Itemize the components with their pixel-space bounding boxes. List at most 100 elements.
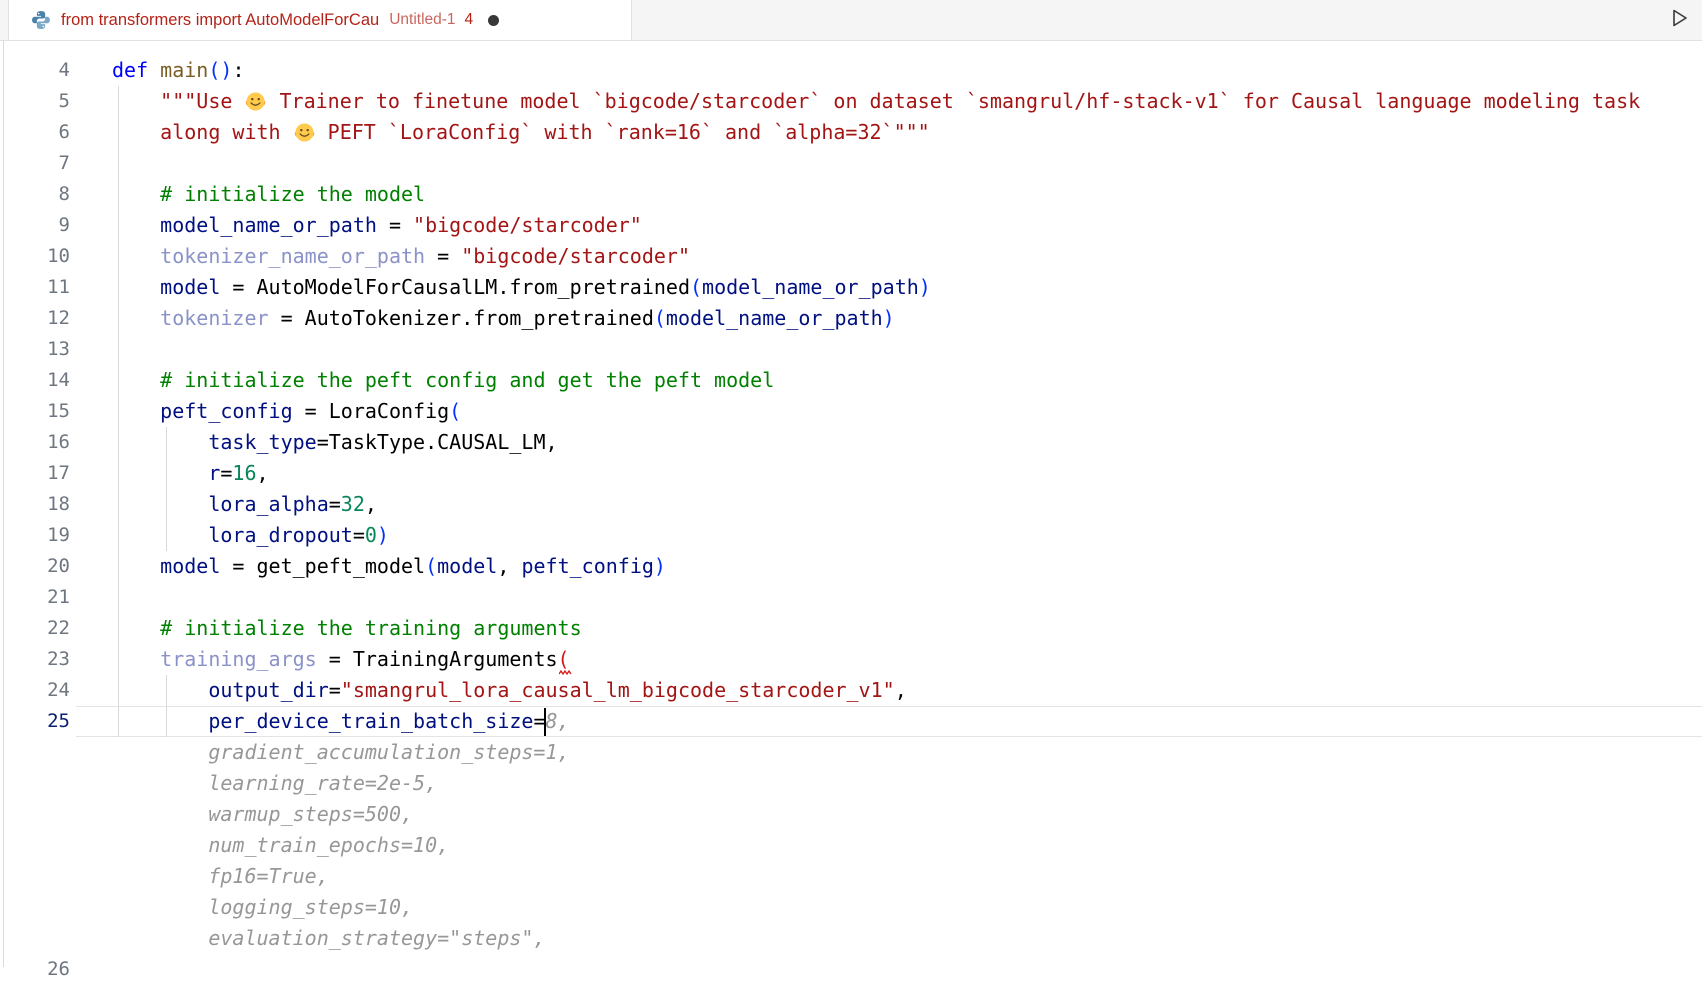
code-token: # initialize the peft config and get the… <box>160 368 774 392</box>
code-token <box>112 368 160 392</box>
code-token: () <box>208 58 232 82</box>
code-token: model <box>160 275 220 299</box>
code-text: model = get_peft_model(model, peft_confi… <box>112 551 666 582</box>
code-token: = <box>353 523 365 547</box>
line-number[interactable]: 14 <box>0 365 70 396</box>
code-line[interactable]: 22 # initialize the training arguments <box>0 613 1702 644</box>
code-line[interactable]: 19 lora_dropout=0) <box>0 520 1702 551</box>
tab-title: from transformers import AutoModelForCau <box>61 11 379 30</box>
code-token: main <box>160 58 208 82</box>
ghost-suggestion-line: evaluation_strategy="steps", <box>0 923 1702 954</box>
code-token: = TrainingArguments <box>317 647 558 671</box>
code-line[interactable]: 18 lora_alpha=32, <box>0 489 1702 520</box>
indent-guide <box>118 334 119 365</box>
code-line[interactable]: 24 output_dir="smangrul_lora_causal_lm_b… <box>0 675 1702 706</box>
code-token: peft_config <box>160 399 292 423</box>
code-token: = <box>220 461 232 485</box>
line-number[interactable]: 15 <box>0 396 70 427</box>
code-line[interactable]: 7 <box>0 148 1702 179</box>
code-text: fp16=True, <box>112 861 329 892</box>
code-token: output_dir <box>208 678 328 702</box>
code-line[interactable]: 16 task_type=TaskType.CAUSAL_LM, <box>0 427 1702 458</box>
code-token: model <box>437 554 497 578</box>
unsaved-changes-dot[interactable] <box>488 15 499 26</box>
code-token: per_device_train_batch_size <box>208 709 533 733</box>
code-line[interactable]: 25 per_device_train_batch_size=8, <box>0 706 1702 737</box>
code-line[interactable]: 9 model_name_or_path = "bigcode/starcode… <box>0 210 1702 241</box>
code-token <box>112 244 160 268</box>
code-token: , <box>365 492 377 516</box>
code-line[interactable]: 20 model = get_peft_model(model, peft_co… <box>0 551 1702 582</box>
code-text: model = AutoModelForCausalLM.from_pretra… <box>112 272 931 303</box>
line-number[interactable]: 23 <box>0 644 70 675</box>
ghost-suggestion-line: num_train_epochs=10, <box>0 830 1702 861</box>
line-number[interactable]: 19 <box>0 520 70 551</box>
line-number[interactable]: 18 <box>0 489 70 520</box>
code-text: model_name_or_path = "bigcode/starcoder" <box>112 210 642 241</box>
code-token: 8, <box>545 709 569 733</box>
code-token: ( <box>690 275 702 299</box>
line-number[interactable]: 9 <box>0 210 70 241</box>
line-number[interactable]: 24 <box>0 675 70 706</box>
code-editor[interactable]: 4def main():5 """Use Trainer to finetune… <box>0 41 1702 967</box>
code-line[interactable]: 11 model = AutoModelForCausalLM.from_pre… <box>0 272 1702 303</box>
code-token: 16 <box>232 461 256 485</box>
ghost-suggestion-line: gradient_accumulation_steps=1, <box>0 737 1702 768</box>
code-line[interactable]: 8 # initialize the model <box>0 179 1702 210</box>
indent-guide <box>118 582 119 613</box>
tab-untitled-1[interactable]: from transformers import AutoModelForCau… <box>8 0 632 40</box>
line-number[interactable]: 10 <box>0 241 70 272</box>
line-number[interactable]: 21 <box>0 582 70 613</box>
code-token <box>112 213 160 237</box>
code-token: ) <box>654 554 666 578</box>
code-line[interactable]: 5 """Use Trainer to finetune model `bigc… <box>0 86 1702 117</box>
code-token: = <box>329 678 341 702</box>
code-line[interactable]: 12 tokenizer = AutoTokenizer.from_pretra… <box>0 303 1702 334</box>
line-number[interactable]: 13 <box>0 334 70 365</box>
code-line[interactable]: 4def main(): <box>0 55 1702 86</box>
code-line[interactable]: 17 r=16, <box>0 458 1702 489</box>
code-token: PEFT `LoraConfig` with `rank=16` and `al… <box>316 120 930 144</box>
code-token: = <box>425 244 461 268</box>
play-icon <box>1667 6 1691 30</box>
code-token <box>112 89 160 113</box>
run-button[interactable] <box>1665 4 1693 32</box>
line-number[interactable]: 8 <box>0 179 70 210</box>
code-line[interactable]: 21 <box>0 582 1702 613</box>
code-line[interactable]: 14 # initialize the peft config and get … <box>0 365 1702 396</box>
code-token: r <box>208 461 220 485</box>
code-line[interactable]: 23 training_args = TrainingArguments( <box>0 644 1702 675</box>
code-line[interactable]: 10 tokenizer_name_or_path = "bigcode/sta… <box>0 241 1702 272</box>
code-line[interactable]: 6 along with PEFT `LoraConfig` with `ran… <box>0 117 1702 148</box>
code-token <box>112 523 208 547</box>
code-token: = get_peft_model <box>220 554 425 578</box>
line-number[interactable]: 25 <box>0 706 70 737</box>
line-number[interactable]: 12 <box>0 303 70 334</box>
code-text: lora_alpha=32, <box>112 489 377 520</box>
line-number[interactable]: 6 <box>0 117 70 148</box>
code-token: tokenizer <box>160 306 268 330</box>
line-number[interactable]: 16 <box>0 427 70 458</box>
code-token: lora_dropout <box>208 523 353 547</box>
code-token: = AutoTokenizer.from_pretrained <box>269 306 654 330</box>
code-token: model_name_or_path <box>702 275 919 299</box>
code-token: : <box>232 58 244 82</box>
code-line[interactable]: 13 <box>0 334 1702 365</box>
code-token: # initialize the model <box>160 182 425 206</box>
code-text: along with PEFT `LoraConfig` with `rank=… <box>112 117 930 152</box>
code-line[interactable]: 26 <box>0 954 1702 985</box>
code-token: ) <box>377 523 389 547</box>
line-number[interactable]: 17 <box>0 458 70 489</box>
code-line[interactable]: 15 peft_config = LoraConfig( <box>0 396 1702 427</box>
line-number[interactable]: 5 <box>0 86 70 117</box>
code-token: tokenizer_name_or_path <box>160 244 425 268</box>
code-token: 32 <box>341 492 365 516</box>
code-text: num_train_epochs=10, <box>112 830 449 861</box>
line-number[interactable]: 20 <box>0 551 70 582</box>
code-text: # initialize the training arguments <box>112 613 582 644</box>
line-number[interactable]: 11 <box>0 272 70 303</box>
line-number[interactable]: 7 <box>0 148 70 179</box>
line-number[interactable]: 4 <box>0 55 70 86</box>
line-number[interactable]: 26 <box>0 954 70 985</box>
line-number[interactable]: 22 <box>0 613 70 644</box>
